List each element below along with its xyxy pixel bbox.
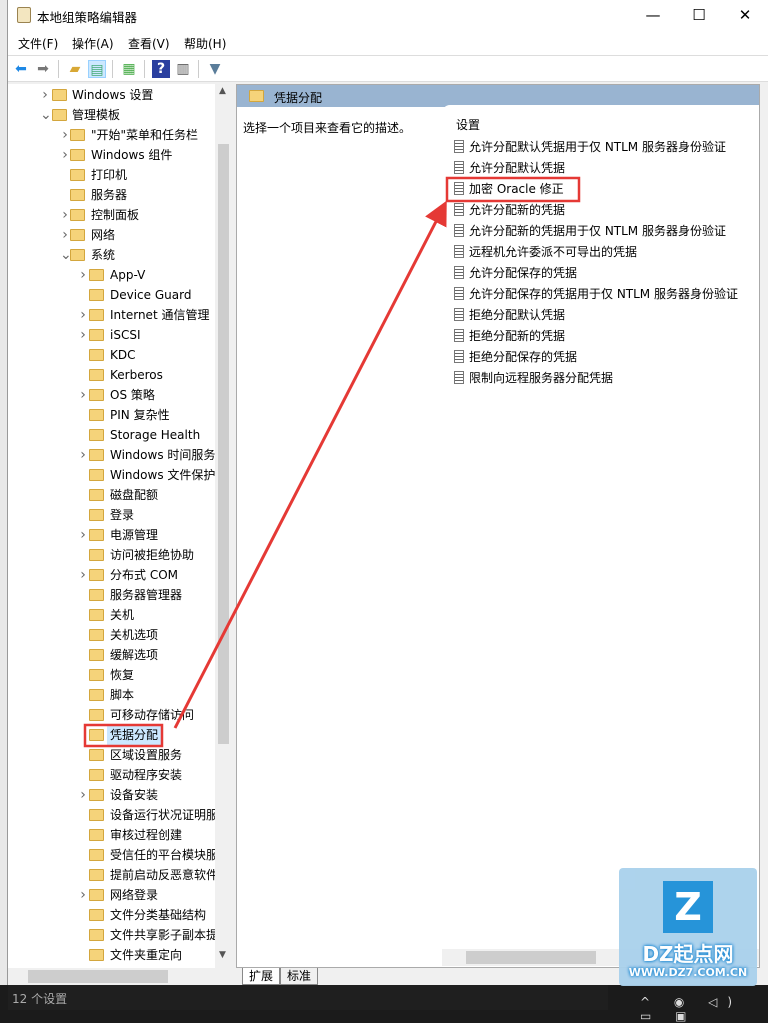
annotation-overlay: [83, 176, 581, 748]
annotation-arrow: [173, 200, 447, 729]
highlight-box-tree: [83, 723, 164, 748]
highlight-box-setting: [445, 176, 581, 203]
